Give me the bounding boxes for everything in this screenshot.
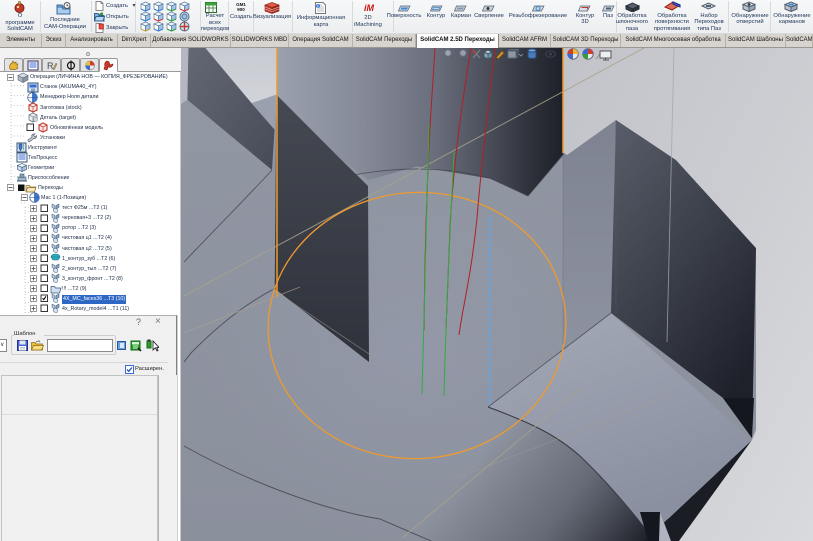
svg-text:i: i <box>317 4 318 9</box>
svg-text:R: R <box>47 61 54 71</box>
